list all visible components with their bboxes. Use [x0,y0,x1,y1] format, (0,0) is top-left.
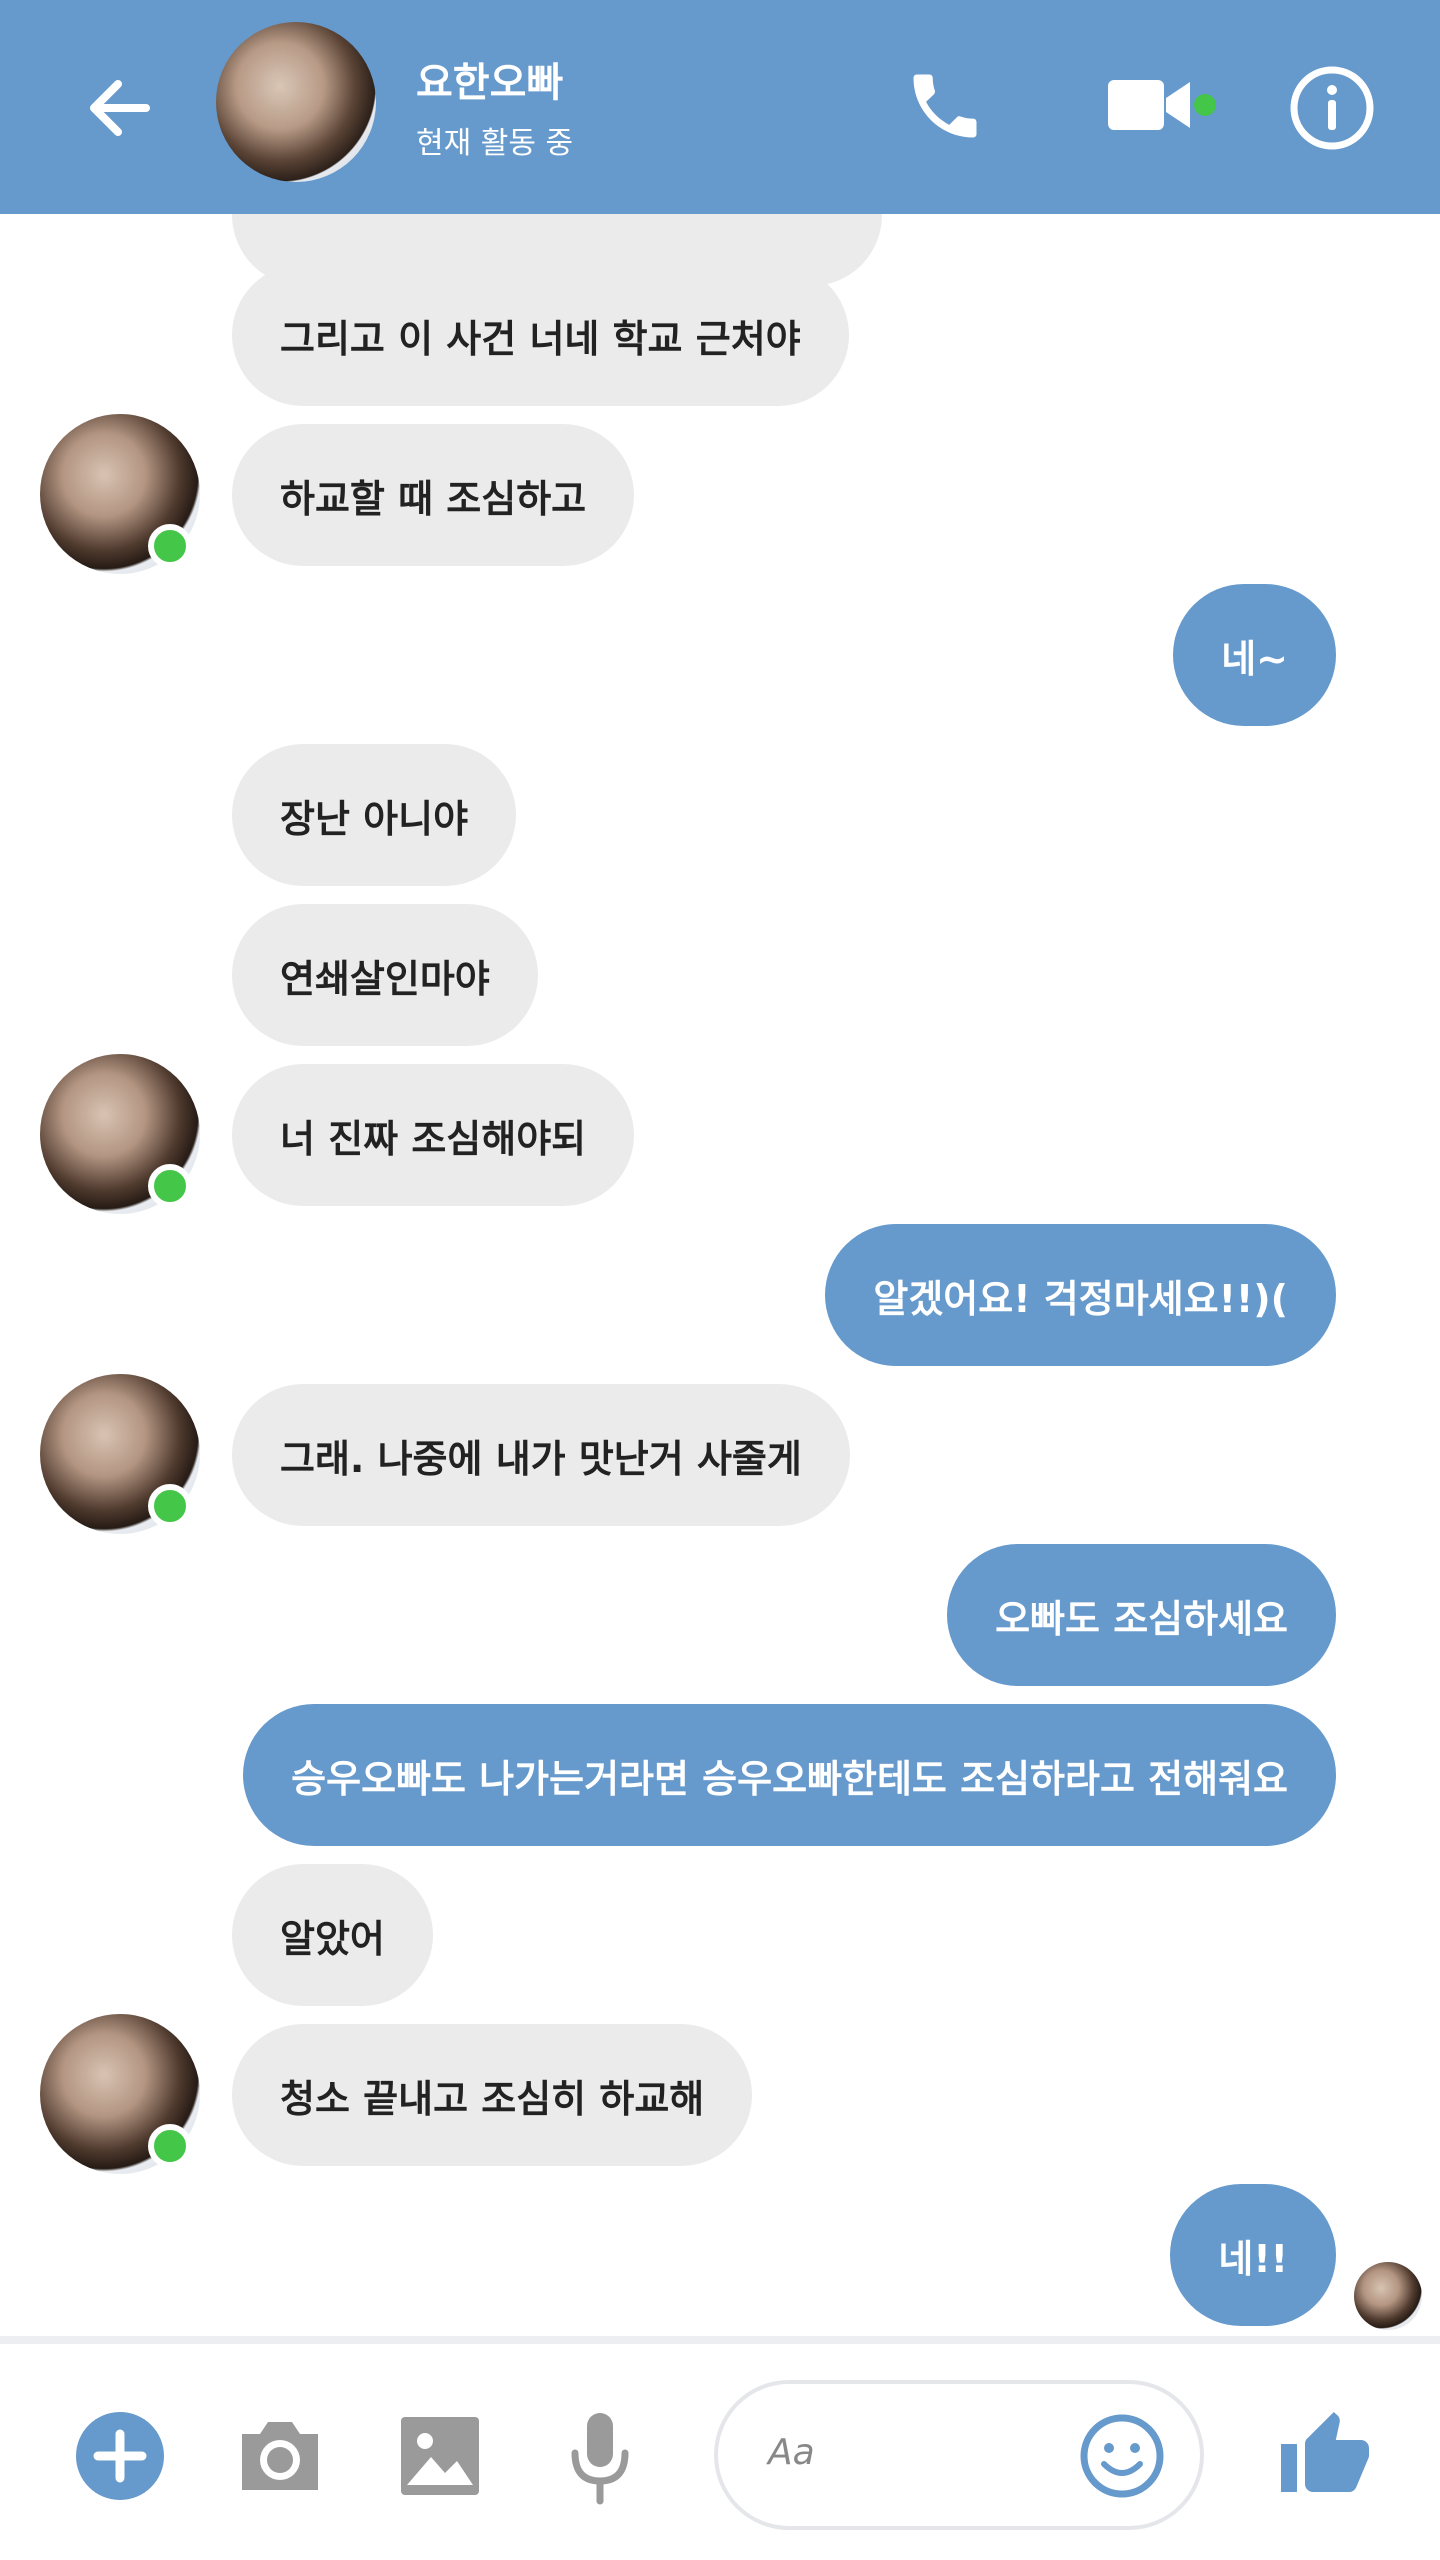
message-bubble-incoming[interactable]: 알았어 [232,1864,433,2006]
online-indicator [148,2124,192,2168]
message-bubble-incoming[interactable]: 그래. 나중에 내가 맛난거 사줄게 [232,1384,850,1526]
thumbs-up-icon [1281,2412,1369,2492]
message-bubble-incoming[interactable]: 연쇄살인마야 [232,904,538,1046]
online-indicator [148,1164,192,1208]
message-bubble-incoming[interactable]: 장난 아니야 [232,744,517,886]
message-bubble-outgoing[interactable]: 네~ [1173,584,1336,726]
image-icon [401,2417,479,2495]
voice-call-button[interactable] [895,56,995,156]
back-arrow-icon [90,80,150,136]
seen-receipt-avatar [1354,2262,1422,2330]
voice-message-button[interactable] [550,2402,650,2512]
active-status: 현재 활동 중 [416,126,574,161]
gallery-button[interactable] [390,2406,490,2506]
emoji-icon [1080,2414,1164,2498]
message-input[interactable]: Aa [714,2380,1204,2530]
plus-icon [76,2412,164,2500]
message-bubble-incoming[interactable]: 하교할 때 조심하고 [232,424,635,566]
conversation-header: 요한오빠 현재 활동 중 [0,0,1440,214]
online-indicator [148,1484,192,1528]
message-bubble-incoming[interactable]: 그리고 이 사건 너네 학교 근처야 [232,264,849,406]
composer-bar: Aa [0,2344,1440,2560]
info-button[interactable] [1282,58,1382,158]
contact-avatar[interactable] [216,22,376,182]
emoji-button[interactable] [1074,2408,1170,2504]
camera-button[interactable] [230,2406,330,2506]
phone-icon [913,74,977,138]
message-bubble-outgoing[interactable]: 오빠도 조심하세요 [947,1544,1336,1686]
video-call-button[interactable] [1090,60,1210,150]
video-online-indicator [1194,94,1216,116]
video-camera-icon [1108,80,1190,130]
message-bubble-outgoing[interactable]: 승우오빠도 나가는거라면 승우오빠한테도 조심하라고 전해줘요 [243,1704,1336,1846]
message-thread[interactable]: 그리고 이 사건 너네 학교 근처야 하교할 때 조심하고 네~ 장난 아니야 … [0,214,1440,2336]
message-bubble-incoming[interactable]: 청소 끝내고 조심히 하교해 [232,2024,753,2166]
camera-icon [242,2422,318,2490]
more-actions-button[interactable] [70,2406,170,2506]
message-bubble-outgoing[interactable]: 알겠어요! 걱정마세요!!)( [825,1224,1336,1366]
message-input-placeholder: Aa [768,2432,815,2473]
back-button[interactable] [70,58,170,158]
online-indicator [148,524,192,568]
info-icon [1290,66,1374,150]
like-button[interactable] [1270,2396,1380,2516]
message-bubble-outgoing[interactable]: 네!! [1170,2184,1336,2326]
composer-divider [0,2336,1440,2344]
message-bubble-incoming[interactable]: 너 진짜 조심해야되 [232,1064,635,1206]
microphone-icon [571,2413,629,2505]
contact-name[interactable]: 요한오빠 [416,50,563,108]
